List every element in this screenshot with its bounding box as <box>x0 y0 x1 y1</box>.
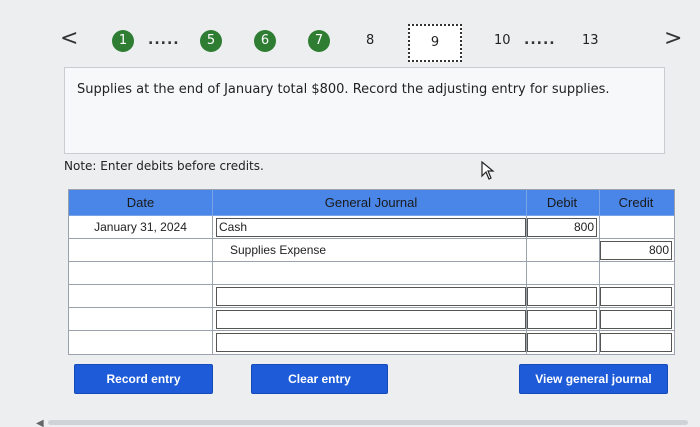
date-column-header: Date <box>69 190 213 216</box>
record-entry-button[interactable]: Record entry <box>74 364 213 394</box>
instruction-note: Note: Enter debits before credits. <box>64 159 264 173</box>
account-field[interactable]: Cash <box>216 217 526 237</box>
debit-input[interactable]: 800 <box>527 217 597 237</box>
date-select[interactable] <box>69 239 213 262</box>
account-select[interactable]: Supplies Expense <box>213 239 527 262</box>
clear-entry-button[interactable]: Clear entry <box>251 364 388 394</box>
credit-field[interactable] <box>600 333 672 352</box>
general-journal-column-header: General Journal <box>213 190 527 216</box>
mouse-pointer-icon <box>481 161 495 180</box>
view-general-journal-button[interactable]: View general journal <box>519 364 668 394</box>
table-row: Supplies Expense 800 <box>69 239 674 262</box>
debit-input[interactable] <box>527 308 600 331</box>
debit-cell[interactable]: 800 <box>527 216 600 239</box>
current-step-9[interactable]: 9 <box>408 24 462 62</box>
step-10-button[interactable]: 10 <box>494 33 511 48</box>
credit-input[interactable] <box>600 262 674 285</box>
next-arrow-icon[interactable]: > <box>664 28 682 50</box>
credit-input[interactable]: 800 <box>600 240 672 260</box>
debit-input[interactable] <box>527 262 600 285</box>
table-row <box>69 331 674 354</box>
account-select[interactable]: Cash <box>213 216 527 239</box>
credit-column-header: Credit <box>600 190 674 216</box>
credit-input[interactable] <box>600 308 674 331</box>
step-ellipsis: ..... <box>148 32 180 48</box>
account-select[interactable] <box>213 262 527 285</box>
question-box: Supplies at the end of January total $80… <box>64 67 665 154</box>
date-select[interactable] <box>69 262 213 285</box>
account-field[interactable] <box>216 333 526 352</box>
table-row <box>69 262 674 285</box>
account-field[interactable] <box>216 286 526 306</box>
debit-input[interactable] <box>527 239 600 262</box>
credit-input[interactable] <box>600 216 674 239</box>
step-1-button[interactable]: 1 <box>112 30 134 52</box>
account-select[interactable] <box>213 308 527 331</box>
date-select[interactable] <box>69 331 213 354</box>
question-text: Supplies at the end of January total $80… <box>77 82 610 97</box>
debit-column-header: Debit <box>527 190 600 216</box>
step-ellipsis-2: ..... <box>524 32 556 48</box>
account-select[interactable] <box>213 331 527 354</box>
debit-field[interactable] <box>527 286 597 306</box>
table-header-row: Date General Journal Debit Credit <box>69 190 674 216</box>
credit-field[interactable] <box>600 286 672 306</box>
debit-input[interactable] <box>527 285 600 308</box>
debit-field[interactable] <box>527 309 597 329</box>
credit-input[interactable] <box>600 285 674 308</box>
account-select[interactable] <box>213 285 527 308</box>
date-select[interactable] <box>69 308 213 331</box>
credit-cell[interactable]: 800 <box>600 239 674 262</box>
scroll-left-icon[interactable]: ◀ <box>36 418 44 427</box>
table-row: January 31, 2024 Cash 800 <box>69 216 674 239</box>
table-row <box>69 285 674 308</box>
general-journal-table: Date General Journal Debit Credit Januar… <box>68 189 675 355</box>
step-7-button[interactable]: 7 <box>308 30 330 52</box>
table-row <box>69 308 674 331</box>
step-8-button[interactable]: 8 <box>366 33 374 48</box>
previous-arrow-icon[interactable]: < <box>60 28 78 50</box>
step-6-button[interactable]: 6 <box>254 30 276 52</box>
debit-field[interactable] <box>527 333 597 352</box>
date-select[interactable]: January 31, 2024 <box>69 216 213 239</box>
step-13-button[interactable]: 13 <box>582 33 599 48</box>
credit-input[interactable] <box>600 331 674 354</box>
credit-field[interactable] <box>600 309 672 329</box>
step-5-button[interactable]: 5 <box>200 30 222 52</box>
debit-input[interactable] <box>527 331 600 354</box>
date-select[interactable] <box>69 285 213 308</box>
horizontal-scrollbar[interactable] <box>48 420 688 425</box>
account-field[interactable] <box>216 309 526 329</box>
